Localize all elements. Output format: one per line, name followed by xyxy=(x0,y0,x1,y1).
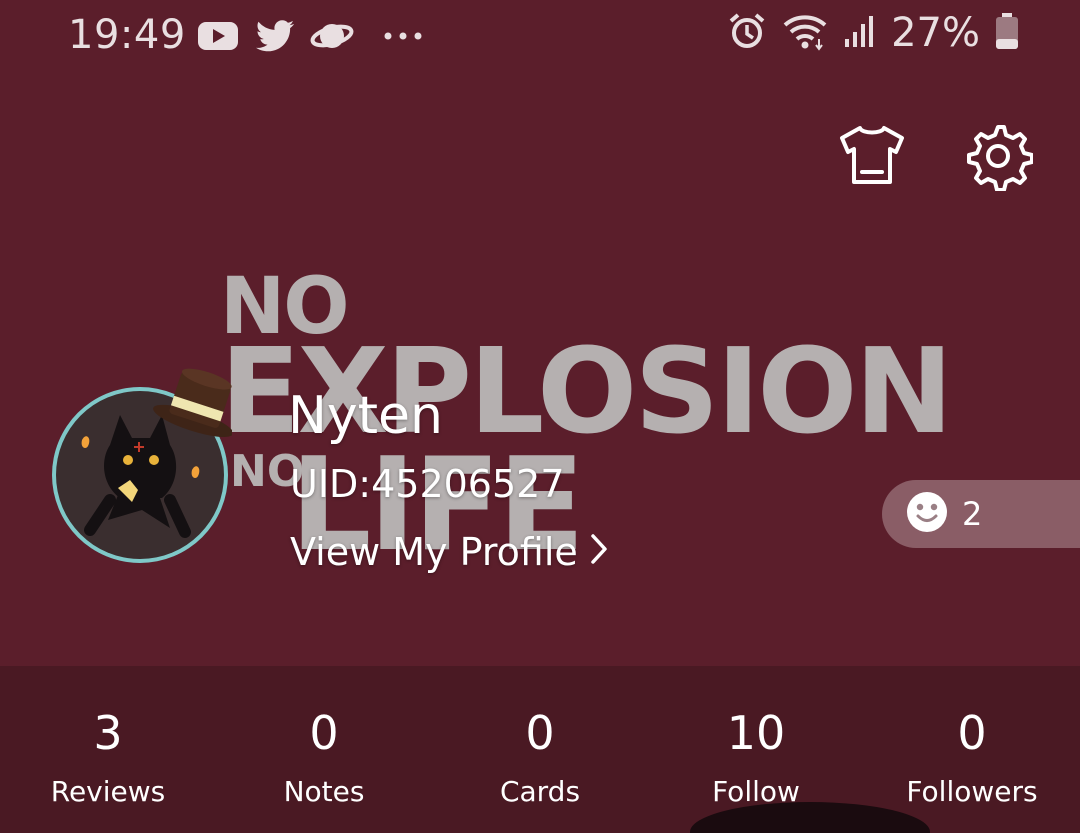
alarm-icon xyxy=(727,11,767,55)
signal-icon xyxy=(843,11,877,55)
settings-gear-icon xyxy=(963,121,1034,195)
view-profile-label: View My Profile xyxy=(290,530,578,574)
stat-reviews[interactable]: 3 Reviews xyxy=(8,708,208,808)
battery-percent: 27% xyxy=(891,10,980,56)
stat-value: 10 xyxy=(726,706,786,760)
twitter-icon xyxy=(254,16,296,60)
smiley-face-icon xyxy=(906,491,948,537)
stat-label: Cards xyxy=(499,774,581,808)
stat-value: 0 xyxy=(957,706,987,760)
outfit-button[interactable] xyxy=(836,122,908,194)
profile-screen: 19:49 27% NO EXPLOSION NO LIFE Nyten UID… xyxy=(0,0,1080,833)
stat-cards[interactable]: 0 Cards xyxy=(440,708,640,808)
status-bar: 19:49 27% xyxy=(0,0,1080,80)
stat-value: 3 xyxy=(93,706,123,760)
settings-button[interactable] xyxy=(962,122,1034,194)
avatar[interactable] xyxy=(50,360,234,566)
tshirt-icon xyxy=(838,124,906,192)
stat-followers[interactable]: 0 Followers xyxy=(872,708,1072,808)
profile-name: Nyten xyxy=(288,386,444,446)
stats-bar: 3 Reviews 0 Notes 0 Cards 10 Follow 0 Fo… xyxy=(0,666,1080,833)
profile-uid: UID:45206527 xyxy=(290,462,565,506)
battery-icon xyxy=(994,11,1020,55)
reaction-pill[interactable]: 2 xyxy=(882,480,1080,548)
stat-value: 0 xyxy=(525,706,555,760)
more-notifications-icon xyxy=(382,22,424,54)
view-my-profile-link[interactable]: View My Profile xyxy=(290,530,608,574)
stat-label: Reviews xyxy=(50,774,166,808)
chevron-right-icon xyxy=(590,530,608,574)
stat-label: Followers xyxy=(906,774,1038,808)
wifi-icon xyxy=(781,11,829,55)
stat-value: 0 xyxy=(309,706,339,760)
stat-label: Notes xyxy=(283,774,365,808)
status-right: 27% xyxy=(727,10,1020,56)
reaction-count: 2 xyxy=(962,495,983,533)
status-time: 19:49 xyxy=(68,12,186,58)
planet-icon xyxy=(310,16,354,60)
stat-follow[interactable]: 10 Follow xyxy=(656,708,856,808)
stat-notes[interactable]: 0 Notes xyxy=(224,708,424,808)
youtube-icon xyxy=(196,16,240,60)
